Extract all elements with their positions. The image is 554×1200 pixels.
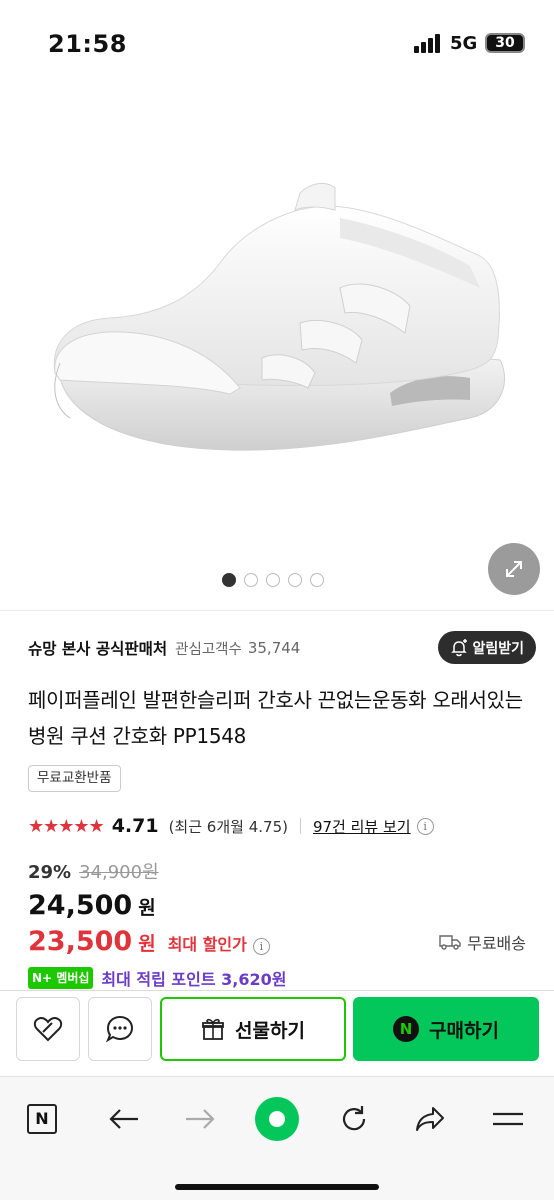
arrow-right-icon [186, 1109, 215, 1129]
status-bar: 21:58 5G 30 [0, 0, 554, 88]
product-title: 페이퍼플레인 발편한슬리퍼 간호사 끈없는운동화 오래서있는 병원 쿠션 간호화… [28, 688, 523, 748]
wishlist-button[interactable] [16, 997, 80, 1061]
rating-score: 4.71 [111, 815, 159, 837]
chat-icon [105, 1015, 134, 1043]
gallery-dot[interactable] [222, 573, 236, 587]
back-button[interactable] [102, 1097, 146, 1141]
free-return-badge: 무료교환반품 [28, 765, 121, 792]
expand-image-button[interactable] [488, 543, 540, 595]
best-price-unit: 원 [138, 933, 156, 955]
forward-button[interactable] [178, 1097, 222, 1141]
seller-row: 슈망 본사 공식판매처 관심고객수 35,744 알림받기 [28, 630, 536, 666]
review-link[interactable]: 97건 리뷰 보기 [313, 816, 411, 837]
share-button[interactable] [408, 1097, 452, 1141]
naver-home-icon: N [27, 1104, 57, 1134]
buy-button[interactable]: N 구매하기 [353, 997, 539, 1061]
shipping-info: 무료배송 [439, 930, 526, 954]
sale-price: 24,500 [28, 890, 133, 921]
npay-icon: N [393, 1016, 420, 1042]
best-price-info-icon[interactable]: i [252, 938, 270, 955]
alert-button-label: 알림받기 [472, 640, 524, 657]
action-bar: 선물하기 N 구매하기 [0, 990, 554, 1074]
truck-icon [439, 935, 461, 950]
discount-row: 29% 34,900원 [28, 858, 159, 884]
rating-stars-icon: ★★★★★ [28, 815, 105, 837]
membership-tag: N+ 멤버십 [28, 967, 94, 989]
gift-button-label: 선물하기 [235, 1019, 305, 1042]
refresh-icon [342, 1106, 366, 1131]
bell-plus-icon [451, 638, 468, 656]
sale-price-unit: 원 [138, 897, 156, 919]
gallery-dot[interactable] [310, 573, 324, 587]
naver-home-button[interactable]: N [20, 1097, 64, 1141]
chat-button[interactable] [88, 997, 152, 1061]
menu-icon [493, 1112, 523, 1126]
best-price-row: 23,500 원 최대 할인가 i 무료배송 [28, 926, 528, 957]
refresh-button[interactable] [332, 1097, 376, 1141]
expand-icon [506, 561, 522, 577]
gift-button[interactable]: 선물하기 [160, 997, 346, 1061]
battery-icon: 30 [485, 33, 525, 53]
gift-icon [202, 1018, 224, 1040]
network-label: 5G [450, 33, 478, 54]
menu-button[interactable] [486, 1097, 530, 1141]
points-text: 최대 적립 포인트 3,620원 [101, 970, 287, 989]
buy-button-label: 구매하기 [429, 1019, 499, 1042]
alert-subscribe-button[interactable]: 알림받기 [438, 631, 536, 664]
home-indicator [175, 1184, 379, 1190]
divider [0, 610, 554, 611]
gallery-dot[interactable] [244, 573, 258, 587]
points-row[interactable]: N+ 멤버십 최대 적립 포인트 3,620원 [28, 966, 528, 990]
best-price: 23,500 [28, 926, 133, 957]
rating-row: ★★★★★ 4.71 (최근 6개월 4.75) 97건 리뷰 보기 i [28, 812, 528, 840]
interest-count: 35,744 [247, 639, 301, 657]
gallery-dot[interactable] [288, 573, 302, 587]
signal-icon [414, 33, 442, 53]
seller-name[interactable]: 슈망 본사 공식판매처 [28, 637, 167, 659]
original-price: 34,900원 [79, 862, 159, 883]
arrow-left-icon [109, 1109, 138, 1129]
gallery-pagination [222, 573, 324, 587]
info-icon[interactable]: i [416, 817, 434, 835]
interest-label: 관심고객수 [175, 641, 242, 658]
shoe-illustration [53, 182, 506, 451]
heart-icon [33, 1017, 63, 1042]
share-icon [416, 1107, 444, 1131]
discount-rate: 29% [28, 862, 72, 883]
gallery-dot[interactable] [266, 573, 280, 587]
rating-recent: (최근 6개월 4.75) [168, 817, 288, 836]
rating-separator [299, 818, 301, 834]
sale-price-row: 24,500 원 [28, 890, 156, 921]
green-dot-button[interactable] [255, 1097, 299, 1141]
browser-toolbar: N [0, 1076, 554, 1200]
shipping-label: 무료배송 [467, 934, 526, 953]
green-dot-icon [255, 1097, 299, 1141]
product-image[interactable] [0, 88, 554, 608]
status-time: 21:58 [48, 30, 127, 58]
best-price-label: 최대 할인가 [167, 935, 247, 954]
